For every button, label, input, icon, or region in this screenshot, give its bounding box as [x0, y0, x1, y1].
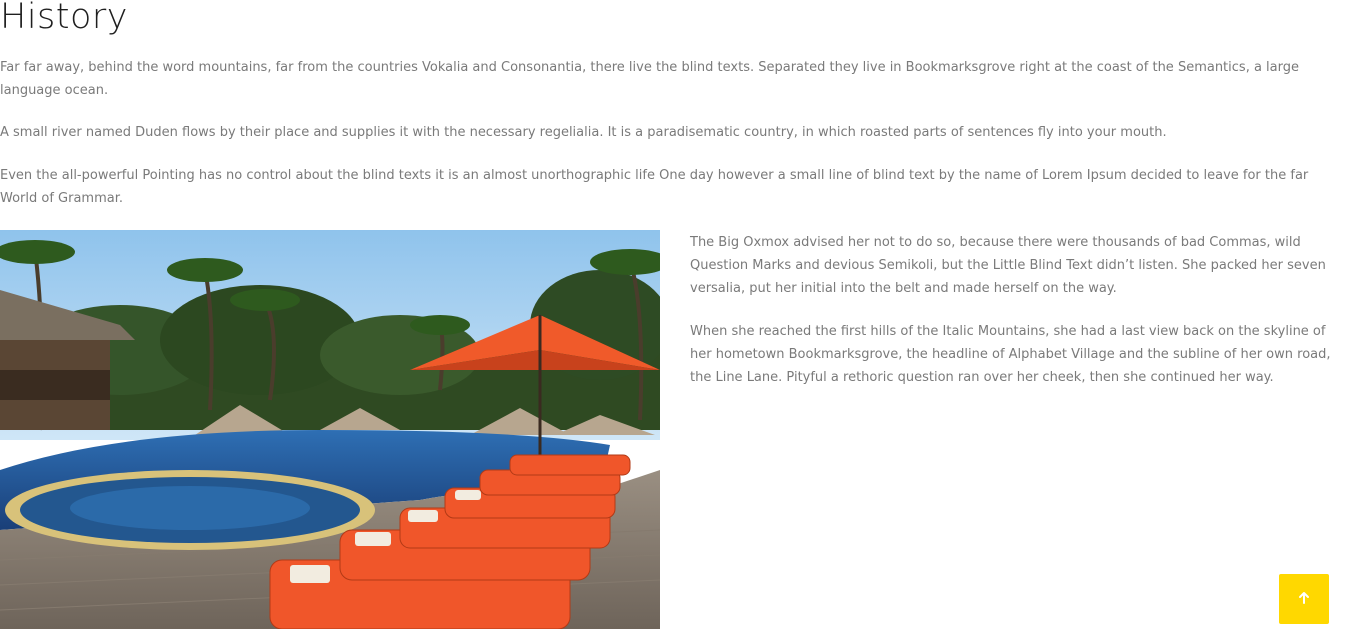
side-paragraph-1: The Big Oxmox advised her not to do so, … [690, 235, 1326, 296]
arrow-up-icon [1297, 591, 1311, 608]
section-title: History [0, 0, 129, 37]
back-to-top-button[interactable] [1279, 574, 1329, 624]
intro-paragraph-3: Even the all-powerful Pointing has no co… [0, 168, 1309, 206]
resort-pool-photo [0, 230, 660, 629]
intro-paragraph-2: A small river named Duden flows by their… [0, 125, 1167, 140]
side-paragraph-2: When she reached the first hills of the … [690, 324, 1331, 385]
intro-paragraph-1: Far far away, behind the word mountains,… [0, 60, 1299, 98]
side-text-column: The Big Oxmox advised her not to do so, … [690, 231, 1342, 409]
